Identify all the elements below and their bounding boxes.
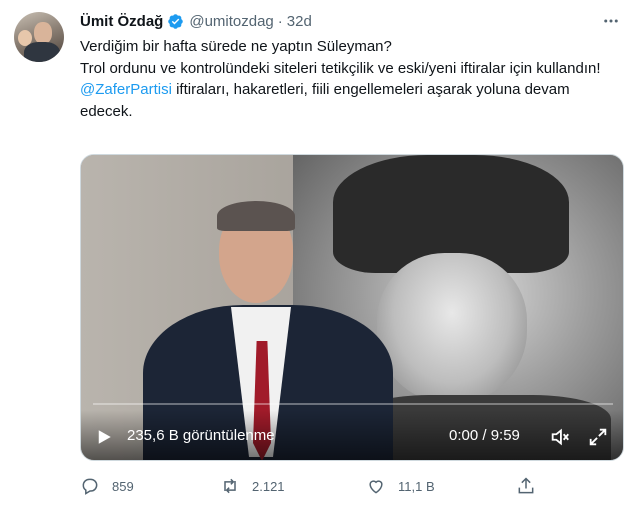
video-player[interactable]: 235,6 B görüntülenme 0:00 / 9:59 bbox=[80, 154, 624, 461]
like-icon bbox=[369, 480, 383, 494]
author-handle[interactable]: @umitozdag bbox=[189, 13, 273, 30]
tweet-text: Verdiğim bir hafta sürede ne yaptın Süle… bbox=[80, 36, 620, 122]
view-count: 235,6 B görüntülenme bbox=[127, 427, 275, 444]
verified-badge-icon bbox=[168, 13, 184, 29]
reply-icon bbox=[82, 478, 98, 495]
avatar-body bbox=[24, 42, 60, 62]
play-icon[interactable] bbox=[95, 428, 113, 446]
more-icon[interactable] bbox=[600, 10, 622, 32]
speaker-hair bbox=[217, 201, 295, 231]
avatar-head bbox=[34, 22, 52, 44]
like-count: 11,1 B bbox=[398, 478, 435, 494]
retweet-count: 2.121 bbox=[252, 478, 285, 494]
video-duration: 0:00 / 9:59 bbox=[449, 427, 520, 444]
poster-face bbox=[377, 253, 527, 403]
reply-count: 859 bbox=[112, 478, 134, 494]
tweet[interactable]: Ümit Özdağ @umitozdag · 32d Verdiğim bir… bbox=[0, 0, 640, 508]
mention-link[interactable]: @ZaferPartisi bbox=[80, 81, 172, 98]
share-icon bbox=[518, 477, 534, 494]
retweet-button[interactable]: 2.121 bbox=[220, 474, 285, 498]
tweet-line-1: Verdiğim bir hafta sürede ne yaptın Süle… bbox=[80, 38, 392, 55]
tweet-actions: 859 2.121 11,1 B bbox=[80, 474, 550, 498]
like-button[interactable]: 11,1 B bbox=[366, 474, 435, 498]
tweet-line-3: @ZaferPartisi iftiraları, hakaretleri, f… bbox=[80, 79, 620, 122]
tweet-line-2: Trol ordunu ve kontrolündeki siteleri te… bbox=[80, 59, 601, 77]
fullscreen-icon[interactable] bbox=[587, 426, 609, 448]
author-name[interactable]: Ümit Özdağ bbox=[80, 13, 163, 30]
tweet-time[interactable]: 32d bbox=[287, 13, 312, 30]
avatar[interactable] bbox=[14, 12, 64, 62]
tweet-header: Ümit Özdağ @umitozdag · 32d bbox=[80, 10, 312, 32]
header-separator: · bbox=[277, 12, 283, 30]
reply-button[interactable]: 859 bbox=[80, 474, 134, 498]
volume-icon[interactable] bbox=[549, 426, 571, 448]
share-button[interactable] bbox=[516, 474, 536, 498]
retweet-icon bbox=[224, 478, 236, 494]
video-progress-bar[interactable] bbox=[93, 403, 613, 405]
